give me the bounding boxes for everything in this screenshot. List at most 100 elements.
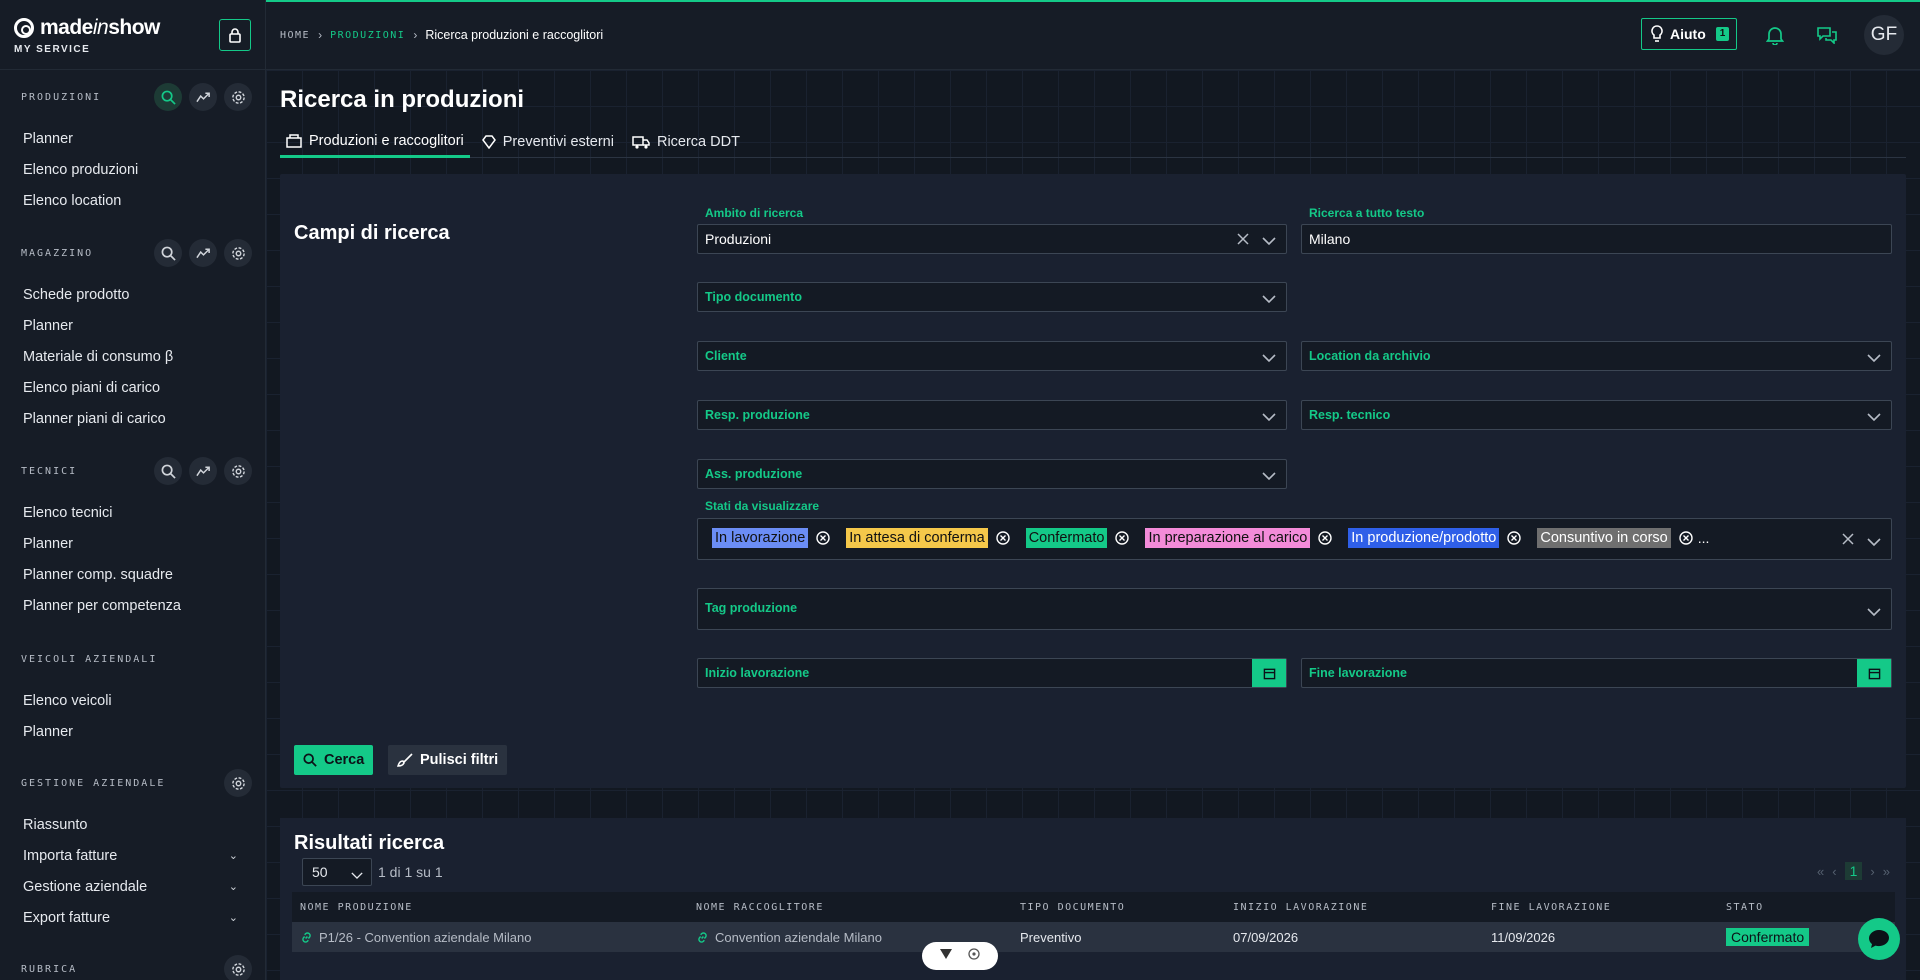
brand-name-b: in bbox=[92, 16, 109, 39]
resp-produzione-select[interactable]: Resp. produzione bbox=[697, 400, 1287, 430]
messages-icon[interactable] bbox=[1816, 24, 1838, 46]
sidebar-item-planner-piani-carico[interactable]: Planner piani di carico bbox=[0, 404, 265, 435]
prev-page-icon[interactable]: ‹ bbox=[1832, 864, 1836, 879]
gear-icon[interactable] bbox=[224, 769, 252, 797]
sidebar-item-gestione-aziendale[interactable]: Gestione aziendale ⌄ bbox=[0, 872, 265, 903]
gear-icon[interactable] bbox=[224, 239, 252, 267]
search-button[interactable]: Cerca bbox=[294, 745, 374, 775]
navigation-icon[interactable] bbox=[939, 947, 953, 965]
sidebar-item-riassunto[interactable]: Riassunto bbox=[0, 810, 265, 841]
sidebar-item-planner[interactable]: Planner bbox=[0, 124, 265, 155]
sidebar-item-materiale-consumo[interactable]: Materiale di consumo β bbox=[0, 342, 265, 373]
sidebar-item-elenco-tecnici[interactable]: Elenco tecnici bbox=[0, 498, 265, 529]
tipo-documento-select[interactable]: Tipo documento bbox=[697, 282, 1287, 312]
column-header[interactable]: FINE LAVORAZIONE bbox=[1491, 902, 1611, 913]
last-page-icon[interactable]: » bbox=[1883, 864, 1890, 879]
column-header[interactable]: NOME RACCOGLITORE bbox=[696, 902, 824, 913]
column-header[interactable]: STATO bbox=[1726, 902, 1764, 913]
ambito-select[interactable]: Produzioni bbox=[697, 224, 1287, 254]
cliente-select[interactable]: Cliente bbox=[697, 341, 1287, 371]
bell-icon[interactable] bbox=[1764, 24, 1786, 46]
page-title: Ricerca in produzioni bbox=[280, 86, 525, 113]
field-label: Cliente bbox=[705, 349, 747, 363]
column-header[interactable]: INIZIO LAVORAZIONE bbox=[1233, 902, 1368, 913]
page-size-select[interactable]: 50 bbox=[302, 858, 372, 886]
tab-preventivi-esterni[interactable]: Preventivi esterni bbox=[476, 126, 620, 158]
tab-produzioni-raccoglitori[interactable]: Produzioni e raccoglitori bbox=[280, 126, 470, 158]
sidebar-item-importa-fatture[interactable]: Importa fatture ⌄ bbox=[0, 841, 265, 872]
sidebar-item-piani-carico[interactable]: Elenco piani di carico bbox=[0, 373, 265, 404]
remove-chip-icon[interactable] bbox=[1317, 530, 1333, 546]
page-size-value: 50 bbox=[312, 864, 328, 880]
chart-icon[interactable] bbox=[189, 239, 217, 267]
ambito-label: Ambito di ricerca bbox=[705, 206, 804, 220]
inizio-lavorazione-date[interactable]: Inizio lavorazione bbox=[697, 658, 1287, 688]
target-icon[interactable] bbox=[967, 947, 981, 966]
clear-filters-button[interactable]: Pulisci filtri bbox=[388, 745, 508, 775]
chat-button[interactable] bbox=[1858, 918, 1900, 960]
sidebar-item-elenco-veicoli[interactable]: Elenco veicoli bbox=[0, 686, 265, 717]
chevron-down-icon bbox=[1867, 604, 1881, 622]
field-label: Fine lavorazione bbox=[1309, 666, 1407, 680]
sidebar-item-planner[interactable]: Planner bbox=[0, 717, 265, 748]
tab-ricerca-ddt[interactable]: Ricerca DDT bbox=[626, 126, 746, 158]
next-page-icon[interactable]: › bbox=[1870, 864, 1874, 879]
close-icon[interactable] bbox=[1841, 532, 1855, 551]
search-icon[interactable] bbox=[154, 83, 182, 111]
sidebar-item-planner[interactable]: Planner bbox=[0, 529, 265, 560]
first-page-icon[interactable]: « bbox=[1817, 864, 1824, 879]
stati-multiselect[interactable]: In lavorazione In attesa di conferma Con… bbox=[697, 518, 1892, 560]
sidebar-item-label: Export fatture bbox=[23, 910, 111, 926]
remove-chip-icon[interactable] bbox=[1506, 530, 1522, 546]
resp-tecnico-select[interactable]: Resp. tecnico bbox=[1301, 400, 1892, 430]
remove-chip-icon[interactable] bbox=[1678, 530, 1694, 546]
ass-produzione-select[interactable]: Ass. produzione bbox=[697, 459, 1287, 489]
location-archivio-select[interactable]: Location da archivio bbox=[1301, 341, 1892, 371]
gear-icon[interactable] bbox=[224, 83, 252, 111]
sidebar-item-schede-prodotto[interactable]: Schede prodotto bbox=[0, 280, 265, 311]
sidebar-section-tecnici: TECNICI Elenco tecnici Planner Planner c… bbox=[0, 454, 265, 622]
tag-produzione-select[interactable]: Tag produzione bbox=[697, 588, 1892, 630]
remove-chip-icon[interactable] bbox=[1114, 530, 1130, 546]
cell-produzione[interactable]: P1/26 - Convention aziendale Milano bbox=[300, 930, 531, 945]
column-header[interactable]: TIPO DOCUMENTO bbox=[1020, 902, 1125, 913]
calendar-icon[interactable] bbox=[1252, 659, 1286, 687]
sidebar-item-planner-competenza[interactable]: Planner per competenza bbox=[0, 591, 265, 622]
column-header[interactable]: NOME PRODUZIONE bbox=[300, 902, 413, 913]
cell-raccoglitore[interactable]: Convention aziendale Milano bbox=[696, 930, 882, 945]
section-title: TECNICI bbox=[21, 465, 78, 477]
lock-sidebar-button[interactable] bbox=[219, 19, 251, 51]
top-header: HOME › PRODUZIONI › Ricerca produzioni e… bbox=[266, 2, 1920, 70]
chat-bubble-icon bbox=[1869, 930, 1889, 948]
remove-chip-icon[interactable] bbox=[995, 530, 1011, 546]
gear-icon[interactable] bbox=[224, 955, 252, 980]
table-row[interactable]: P1/26 - Convention aziendale Milano Conv… bbox=[292, 922, 1895, 952]
search-icon[interactable] bbox=[154, 457, 182, 485]
fine-lavorazione-date[interactable]: Fine lavorazione bbox=[1301, 658, 1892, 688]
sidebar-item-label: Gestione aziendale bbox=[23, 879, 148, 895]
search-icon bbox=[303, 753, 317, 767]
sidebar-item-planner-comp-squadre[interactable]: Planner comp. squadre bbox=[0, 560, 265, 591]
sidebar-item-export-fatture[interactable]: Export fatture ⌄ bbox=[0, 903, 265, 934]
chart-icon[interactable] bbox=[189, 83, 217, 111]
sidebar-item-elenco-location[interactable]: Elenco location bbox=[0, 186, 265, 217]
help-count-badge: 1 bbox=[1715, 27, 1730, 41]
breadcrumb-current: Ricerca produzioni e raccoglitori bbox=[425, 28, 604, 42]
brand-logo[interactable]: madeinshow bbox=[14, 16, 160, 40]
calendar-icon[interactable] bbox=[1857, 659, 1891, 687]
sidebar-item-planner[interactable]: Planner bbox=[0, 311, 265, 342]
sidebar-item-elenco-produzioni[interactable]: Elenco produzioni bbox=[0, 155, 265, 186]
search-icon[interactable] bbox=[154, 239, 182, 267]
more-chips: ... bbox=[1697, 530, 1710, 546]
breadcrumb-home[interactable]: HOME bbox=[280, 30, 310, 41]
gear-icon[interactable] bbox=[224, 457, 252, 485]
remove-chip-icon[interactable] bbox=[815, 530, 831, 546]
help-button[interactable]: Aiuto 1 bbox=[1641, 18, 1737, 50]
current-page[interactable]: 1 bbox=[1844, 862, 1863, 880]
fulltext-input[interactable]: Milano bbox=[1301, 224, 1892, 254]
help-label: Aiuto bbox=[1670, 26, 1706, 42]
chart-icon[interactable] bbox=[189, 457, 217, 485]
close-icon[interactable] bbox=[1236, 232, 1250, 251]
breadcrumb-produzioni[interactable]: PRODUZIONI bbox=[330, 30, 405, 41]
avatar[interactable]: GF bbox=[1864, 15, 1904, 55]
